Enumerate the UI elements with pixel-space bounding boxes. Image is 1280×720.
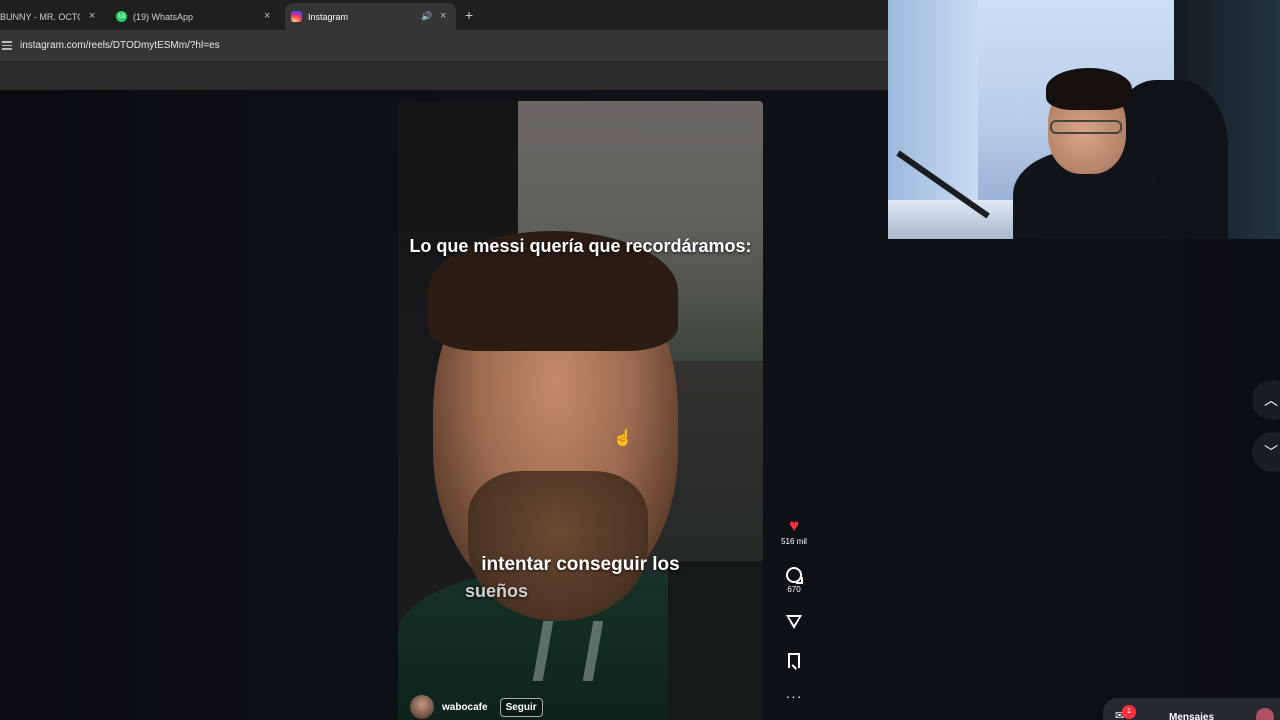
messages-button[interactable]: ✉ 1 Mensajes — [1103, 698, 1280, 720]
tab-close-icon[interactable]: × — [89, 11, 95, 22]
reel-video[interactable]: Lo que messi quería que recordáramos: in… — [398, 101, 763, 720]
reel-subtitle: intentar conseguir los — [481, 554, 680, 575]
save-action[interactable] — [776, 653, 812, 668]
browser-tab-bar: BUNNY - MR. OCTOBER × 19 (19) WhatsApp ×… — [0, 0, 888, 30]
username-link[interactable]: wabocafe — [442, 702, 488, 713]
new-tab-button[interactable]: + — [465, 7, 473, 23]
comment-count: 670 — [787, 585, 801, 594]
reel-subtitle-next: sueños — [465, 581, 529, 601]
tab-instagram[interactable]: Instagram 🔊 × — [285, 3, 456, 30]
tab-title: Instagram — [308, 11, 349, 22]
more-icon[interactable]: ··· — [776, 689, 812, 703]
reel-author: wabocafe Seguir — [410, 695, 543, 719]
messages-label: Mensajes — [1169, 712, 1215, 720]
tab-bunny[interactable]: BUNNY - MR. OCTOBER × — [0, 3, 100, 30]
chevron-down-icon: ﹀ — [1264, 444, 1278, 460]
tab-title: (19) WhatsApp — [133, 11, 194, 22]
whatsapp-favicon: 19 — [116, 11, 127, 22]
instagram-favicon — [291, 11, 302, 22]
share-action[interactable] — [776, 615, 812, 629]
avatar — [1256, 708, 1274, 720]
bookmarks-bar — [0, 61, 888, 90]
hand-cursor-icon: ☝ — [613, 430, 633, 447]
tab-close-icon[interactable]: × — [264, 11, 270, 22]
reel-caption-top: Lo que messi quería que recordáramos: — [409, 236, 752, 256]
comment-icon[interactable] — [786, 567, 803, 584]
like-action[interactable]: ♥ 516 mil — [776, 517, 812, 547]
tab-close-icon[interactable]: × — [440, 11, 446, 22]
address-bar[interactable]: instagram.com/reels/DTODmytESMm/?hl=es — [0, 30, 888, 61]
follow-button[interactable]: Seguir — [499, 697, 543, 717]
avatar[interactable] — [410, 695, 434, 719]
webcam-overlay — [888, 0, 1280, 239]
speaker-icon[interactable]: 🔊 — [421, 11, 432, 22]
more-action[interactable]: ··· — [776, 689, 812, 703]
site-info-icon[interactable] — [2, 41, 12, 51]
tab-whatsapp[interactable]: 19 (19) WhatsApp × — [116, 3, 282, 30]
like-count: 516 mil — [781, 537, 807, 546]
streamer-glasses — [1050, 120, 1122, 134]
chevron-up-icon: ︿ — [1264, 392, 1278, 408]
heart-icon[interactable]: ♥ — [776, 517, 812, 535]
tab-title: BUNNY - MR. OCTOBER — [0, 11, 80, 22]
save-icon[interactable] — [788, 653, 800, 668]
send-icon[interactable] — [786, 615, 802, 629]
streamer-hair — [1046, 68, 1132, 110]
messages-badge: 1 — [1122, 705, 1136, 719]
comment-action[interactable]: 670 — [776, 567, 812, 594]
video-jacket — [668, 561, 763, 720]
shirt-logo — [532, 621, 604, 681]
url-text[interactable]: instagram.com/reels/DTODmytESMm/?hl=es — [20, 40, 220, 51]
